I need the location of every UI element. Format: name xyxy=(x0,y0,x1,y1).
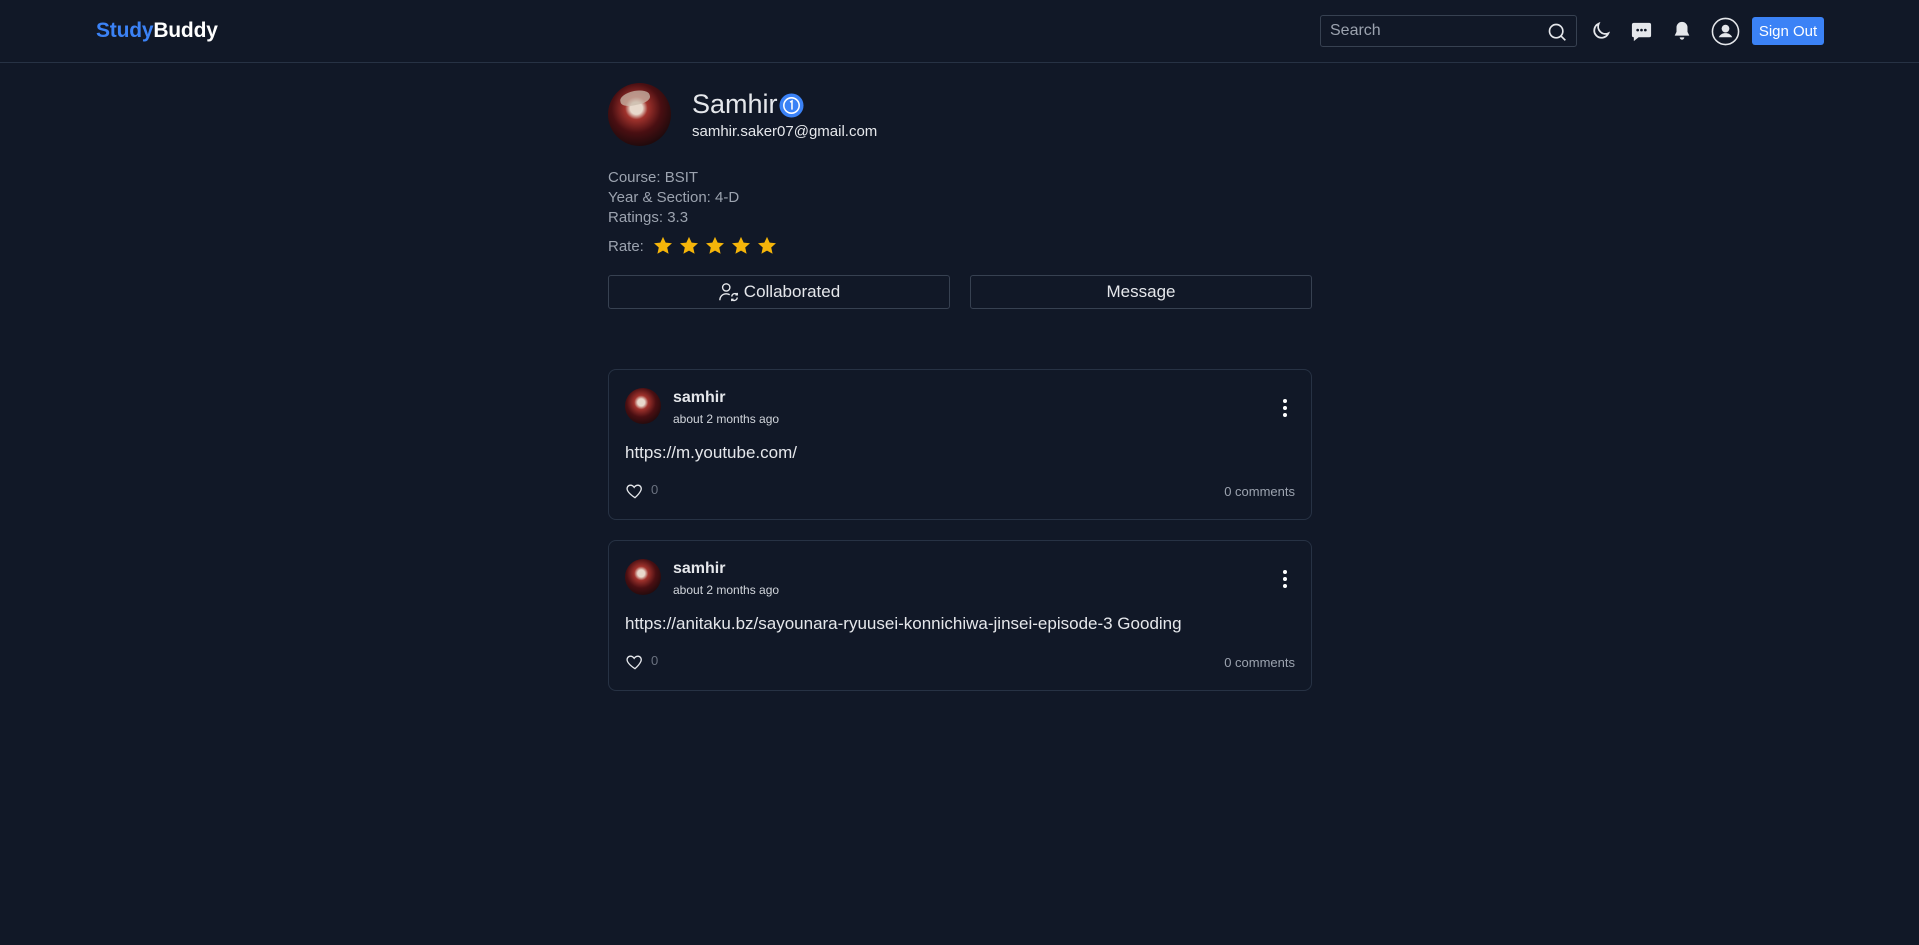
comments-link[interactable]: 0 comments xyxy=(1224,655,1295,670)
star-icon[interactable] xyxy=(756,235,778,257)
top-navbar: StudyBuddy Sign Out xyxy=(0,0,1919,63)
user-icon[interactable] xyxy=(1711,17,1740,46)
star-icon[interactable] xyxy=(704,235,726,257)
rate-row: Rate: xyxy=(608,235,782,257)
like-button[interactable]: 0 xyxy=(625,481,658,501)
more-options-icon[interactable] xyxy=(1281,569,1289,589)
app-logo[interactable]: StudyBuddy xyxy=(96,19,218,43)
profile-avatar xyxy=(608,83,671,146)
post-body[interactable]: https://anitaku.bz/sayounara-ryuusei-kon… xyxy=(625,614,1182,634)
like-button[interactable]: 0 xyxy=(625,652,658,672)
post-author[interactable]: samhir xyxy=(673,389,725,407)
search-box xyxy=(1320,15,1577,47)
profile-course: Course: BSIT xyxy=(608,169,699,186)
star-icon[interactable] xyxy=(678,235,700,257)
profile-ratings: Ratings: 3.3 xyxy=(608,209,689,226)
search-icon[interactable] xyxy=(1547,22,1567,42)
chat-icon[interactable] xyxy=(1629,19,1653,43)
post-timestamp: about 2 months ago xyxy=(673,412,780,426)
heart-icon xyxy=(626,655,642,670)
sign-out-button[interactable]: Sign Out xyxy=(1752,17,1824,45)
post-body[interactable]: https://m.youtube.com/ xyxy=(625,443,797,463)
avatar xyxy=(625,388,661,424)
search-input[interactable] xyxy=(1321,16,1541,46)
profile-year-section: Year & Section: 4-D xyxy=(608,189,740,206)
more-options-icon[interactable] xyxy=(1281,398,1289,418)
message-button[interactable]: Message xyxy=(970,275,1312,309)
post-author[interactable]: samhir xyxy=(673,560,725,578)
like-count: 0 xyxy=(651,652,659,668)
logo-buddy: Buddy xyxy=(153,19,218,42)
bell-icon[interactable] xyxy=(1670,19,1694,43)
logo-study: Study xyxy=(96,19,154,42)
profile-email: samhir.saker07@gmail.com xyxy=(692,123,878,140)
like-count: 0 xyxy=(651,481,659,497)
post-card: samhir about 2 months ago https://anitak… xyxy=(608,540,1312,691)
heart-icon xyxy=(626,484,642,499)
avatar xyxy=(625,559,661,595)
post-card: samhir about 2 months ago https://m.yout… xyxy=(608,369,1312,520)
post-timestamp: about 2 months ago xyxy=(673,583,780,597)
comments-link[interactable]: 0 comments xyxy=(1224,484,1295,499)
profile-name: Samhir xyxy=(692,89,778,119)
user-sync-icon xyxy=(718,283,738,302)
star-icon[interactable] xyxy=(652,235,674,257)
collaborated-label: Collaborated xyxy=(743,282,841,301)
moon-icon[interactable] xyxy=(1589,19,1613,43)
star-icon[interactable] xyxy=(730,235,752,257)
rate-label: Rate: xyxy=(608,237,644,255)
collaborated-button[interactable]: Collaborated xyxy=(608,275,950,309)
verified-badge-icon xyxy=(779,93,804,118)
